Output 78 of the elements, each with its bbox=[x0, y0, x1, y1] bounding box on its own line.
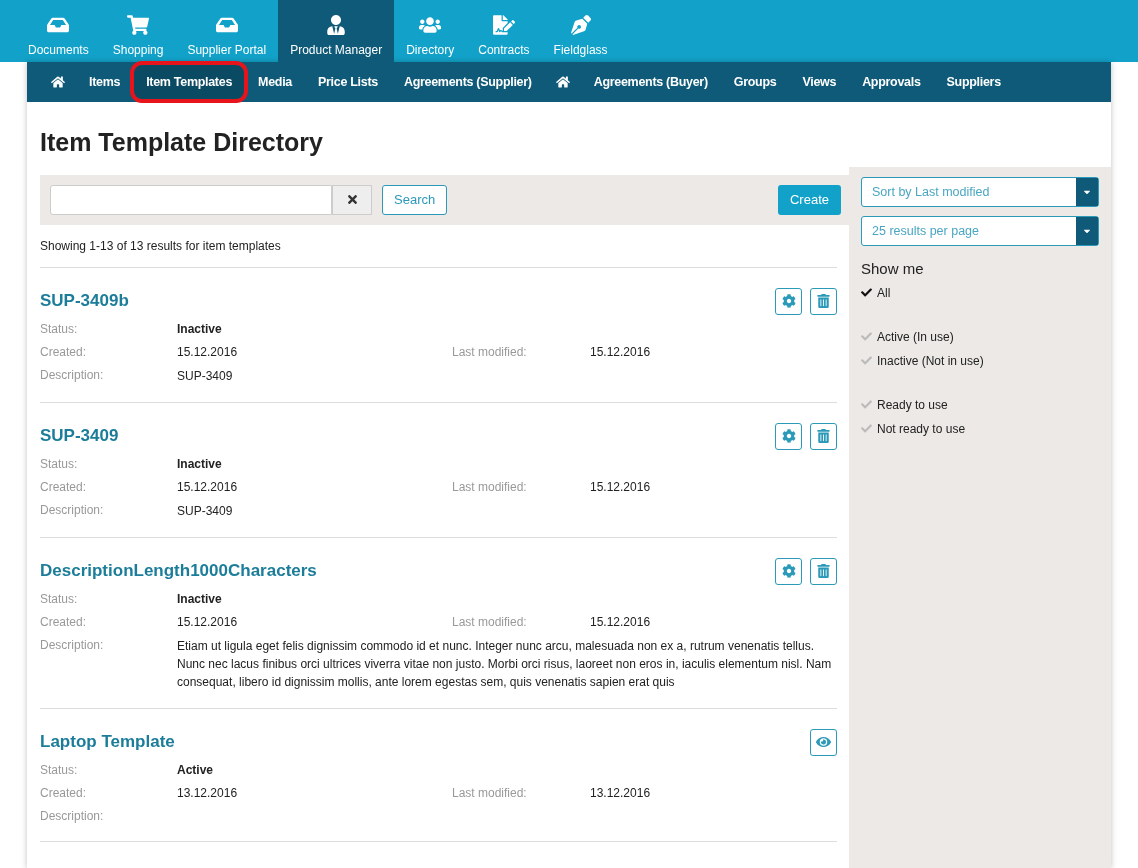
status-value: Inactive bbox=[177, 590, 223, 607]
clear-button[interactable] bbox=[332, 184, 372, 215]
created-date: 13.12.2016 bbox=[177, 784, 239, 801]
field-label: Last modified: bbox=[452, 613, 528, 630]
field-label: Status: bbox=[40, 320, 79, 337]
field-label: Last modified: bbox=[452, 343, 528, 360]
created-date: 15.12.2016 bbox=[177, 478, 239, 495]
template-title[interactable]: Laptop Template bbox=[40, 729, 175, 755]
field-label: Status: bbox=[40, 590, 79, 607]
filter-heading: Show me bbox=[861, 259, 925, 279]
field-label: Description: bbox=[40, 807, 105, 824]
description-text: SUP-3409 bbox=[177, 502, 234, 520]
people-icon bbox=[419, 15, 442, 35]
field-label: Description: bbox=[40, 501, 105, 519]
sub-nav-link[interactable]: Items bbox=[77, 64, 133, 100]
description-text: SUP-3409 bbox=[177, 367, 234, 385]
person-icon bbox=[325, 15, 348, 35]
status-value: Active bbox=[177, 761, 215, 778]
home-icon[interactable] bbox=[51, 75, 65, 89]
results-summary: Showing 1-13 of 13 results for item templates bbox=[40, 224, 837, 268]
settings-icon bbox=[781, 564, 796, 578]
template-title[interactable]: DescriptionLength1000Characters bbox=[40, 558, 317, 584]
sub-nav-link[interactable]: Agreements (Supplier) bbox=[391, 64, 544, 100]
modified-date: 15.12.2016 bbox=[590, 343, 652, 360]
cart-icon bbox=[127, 15, 150, 35]
modified-date: 13.12.2016 bbox=[590, 784, 652, 801]
trash-icon bbox=[817, 294, 830, 308]
page-title: Item Template Directory bbox=[39, 127, 324, 158]
filter-option[interactable]: Not ready to use bbox=[861, 419, 1099, 438]
template-title[interactable]: SUP-3409 bbox=[40, 423, 119, 449]
delete-button[interactable] bbox=[810, 287, 837, 315]
inbox-icon bbox=[215, 15, 238, 35]
filter-option[interactable]: All bbox=[861, 283, 1099, 302]
home-icon[interactable] bbox=[555, 75, 570, 89]
trash-icon bbox=[817, 564, 830, 578]
sub-nav-link[interactable]: Suppliers bbox=[934, 64, 1013, 100]
top-nav-tab[interactable]: Product Manager bbox=[278, 0, 395, 62]
sub-nav-link[interactable]: Groups bbox=[721, 64, 789, 100]
sub-nav-link[interactable]: Media bbox=[246, 64, 304, 100]
field-label: Status: bbox=[40, 761, 79, 778]
field-label: Last modified: bbox=[452, 784, 528, 801]
template-title[interactable]: SUP-3409b bbox=[40, 288, 129, 314]
settings-button[interactable] bbox=[775, 422, 802, 450]
delete-button[interactable] bbox=[810, 422, 837, 450]
field-label: Created: bbox=[40, 478, 88, 495]
delete-button[interactable] bbox=[810, 557, 837, 585]
field-label: Created: bbox=[40, 343, 88, 360]
status-value: Inactive bbox=[177, 320, 223, 337]
sub-nav-link[interactable]: Approvals bbox=[850, 64, 933, 100]
close-icon bbox=[345, 193, 359, 206]
modified-date: 15.12.2016 bbox=[590, 478, 652, 495]
eye-icon bbox=[816, 735, 831, 749]
sub-nav-link[interactable]: Agreements (Buyer) bbox=[581, 64, 720, 100]
settings-icon bbox=[781, 429, 796, 443]
settings-button[interactable] bbox=[775, 557, 802, 585]
field-label: Description: bbox=[40, 366, 105, 384]
created-date: 15.12.2016 bbox=[177, 613, 239, 630]
search-field[interactable] bbox=[50, 184, 332, 215]
field-label: Created: bbox=[40, 613, 88, 630]
sub-nav-link[interactable]: Price Lists bbox=[306, 64, 390, 100]
filter-option[interactable]: Ready to use bbox=[861, 395, 1099, 414]
field-label: Last modified: bbox=[452, 478, 528, 495]
created-date: 15.12.2016 bbox=[177, 343, 239, 360]
field-label: Description: bbox=[40, 636, 105, 654]
modified-date: 15.12.2016 bbox=[590, 613, 652, 630]
view-button[interactable] bbox=[810, 728, 837, 756]
inbox-icon bbox=[47, 15, 70, 35]
status-value: Inactive bbox=[177, 455, 223, 472]
sub-nav-link[interactable]: Views bbox=[790, 64, 849, 100]
filter-option[interactable]: Active (In use) bbox=[861, 327, 1099, 346]
description-text: Etiam ut ligula eget felis dignissim commodo id et nunc. Integer nunc arcu, malesuada non ex a, rutrum venenatis tellus. Nunc nec lacus finibus orci ultrices viverra vitae non justo. Morbi orci risus, laoreet non eros in, iaculis elementum nisl. Nam consequat, libero id dignissim mollis, ante lorem egestas sem, quis venenatis sapien erat quis bbox=[177, 637, 833, 691]
settings-icon bbox=[781, 294, 796, 308]
field-label: Status: bbox=[40, 455, 79, 472]
filter-option[interactable]: Inactive (Not in use) bbox=[861, 351, 1099, 370]
trash-icon bbox=[817, 429, 830, 443]
settings-button[interactable] bbox=[775, 287, 802, 315]
document-icon bbox=[492, 15, 515, 35]
field-label: Created: bbox=[40, 784, 88, 801]
